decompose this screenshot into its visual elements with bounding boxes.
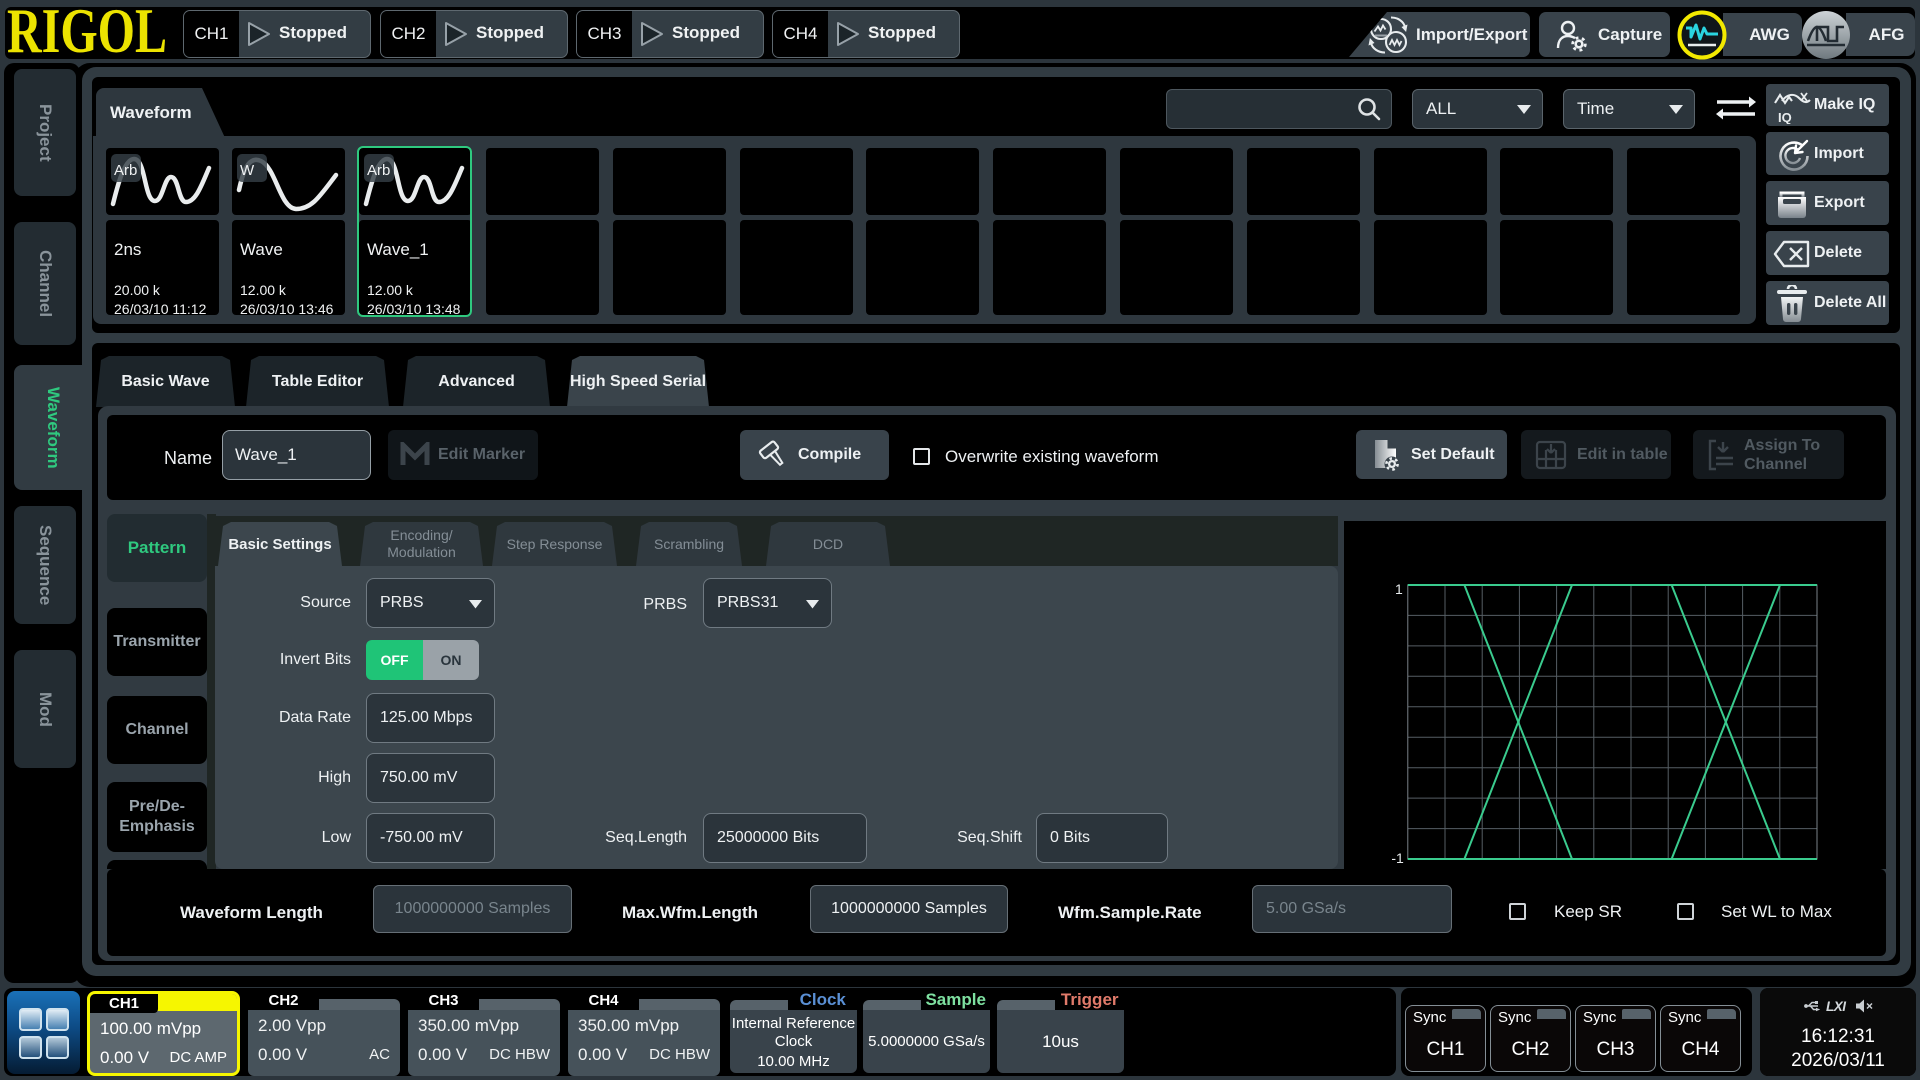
svg-text:-1: -1	[1391, 850, 1404, 866]
svg-text:LXI: LXI	[1826, 999, 1846, 1014]
svg-text:1: 1	[1395, 581, 1403, 597]
svg-text:RIGOL: RIGOL	[7, 8, 167, 58]
svg-text:Arb: Arb	[114, 162, 137, 179]
svg-text:W: W	[240, 162, 255, 179]
svg-text:IQ: IQ	[1778, 110, 1792, 124]
